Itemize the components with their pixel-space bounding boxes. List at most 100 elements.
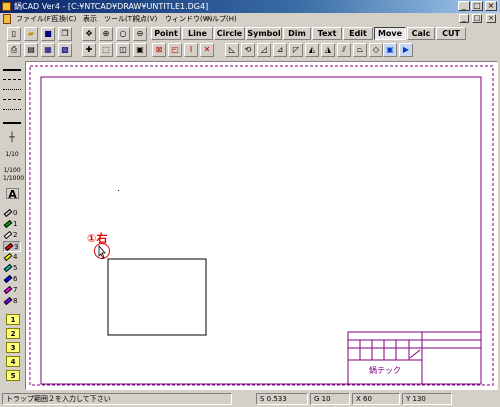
drawing-frame [40, 76, 482, 385]
zoom-window-icon[interactable]: ⬚ [99, 43, 113, 57]
pen-item-7[interactable]: 7 [3, 285, 21, 296]
status-bar: トラップ範囲２を入力して下さい S 0.533 G 10 X 60 Y 130 [0, 391, 500, 407]
status-y: Y 130 [402, 393, 452, 405]
line-chain-icon[interactable] [3, 95, 21, 100]
pen-item-1[interactable]: 1 [3, 219, 21, 230]
menu-compat[interactable]: 互換(C) [52, 13, 76, 25]
minimize-button[interactable]: _ [458, 1, 470, 11]
zoom-icon[interactable]: ○ [116, 27, 130, 41]
printer-setup-icon[interactable]: ▤ [24, 43, 38, 57]
doc-icon[interactable] [3, 14, 11, 24]
title-bar: 鍋CAD Ver4 - [C:¥NTCAD¥DRAW¥UNTITLE1.DG4]… [0, 0, 500, 13]
zoom-in-icon[interactable]: ⊕ [99, 27, 113, 41]
tab-symbol[interactable]: Symbol [246, 27, 282, 40]
shift-icon[interactable]: ◮ [321, 43, 335, 57]
layer-button-3[interactable]: 3 [6, 342, 20, 353]
pencil-icon [4, 242, 14, 252]
close-button[interactable]: × [485, 1, 497, 11]
layer-button-4[interactable]: 4 [6, 356, 20, 367]
pencil-icon [3, 252, 13, 262]
pan-icon[interactable]: ✚ [82, 43, 96, 57]
print-icon[interactable]: ⎙ [7, 43, 21, 57]
copy-move-icon[interactable]: ◸ [289, 43, 303, 57]
drawing-canvas[interactable]: ①右 鍋テック [25, 61, 498, 390]
drawing-svg[interactable]: ①右 鍋テック [26, 62, 497, 389]
pen-item-2[interactable]: 2 [3, 230, 21, 241]
mdi-restore-button[interactable]: □ [472, 14, 482, 23]
app-icon [2, 2, 11, 11]
rectangle-shape[interactable] [107, 258, 207, 336]
tab-text[interactable]: Text [312, 27, 342, 40]
scale-1-icon[interactable]: ┼ [3, 133, 21, 144]
window-title: 鍋CAD Ver4 - [C:¥NTCAD¥DRAW¥UNTITLE1.DG4] [14, 2, 209, 11]
menu-help[interactable]: ヘルプ(H) [205, 13, 237, 25]
grid-icon[interactable]: ▣ [133, 43, 147, 57]
line-dotted-icon[interactable] [3, 85, 21, 90]
stretch-icon[interactable]: ⫽ [337, 43, 351, 57]
mdi-close-button[interactable]: × [486, 14, 496, 23]
maximize-button[interactable]: □ [471, 1, 483, 11]
pencil-icon [3, 296, 13, 306]
pencil-icon [3, 274, 13, 284]
zoom-out-icon[interactable]: ⊖ [133, 27, 147, 41]
trap-off-icon[interactable]: ✕ [200, 43, 214, 57]
scale-10-icon[interactable]: 1/10 [3, 149, 21, 160]
layer-button-1[interactable]: 1 [6, 314, 20, 325]
pen-item-8[interactable]: 8 [3, 296, 21, 307]
save-icon[interactable]: ■ [41, 27, 55, 41]
text-tool-icon[interactable]: A [6, 188, 19, 200]
pen-change-icon[interactable]: ▶ [399, 43, 413, 57]
pen-item-0[interactable]: 0 [3, 208, 21, 219]
pen-item-5[interactable]: 5 [3, 263, 21, 274]
library-icon[interactable]: ▦ [41, 43, 55, 57]
trap-select-icon[interactable]: ⊠ [152, 43, 166, 57]
tab-dim[interactable]: Dim [283, 27, 311, 40]
trap-range-icon[interactable]: ◰ [168, 43, 182, 57]
pen-item-4[interactable]: 4 [3, 252, 21, 263]
tab-circle[interactable]: Circle [214, 27, 245, 40]
line-dashed-icon[interactable] [3, 75, 21, 80]
layer-button-5[interactable]: 5 [6, 370, 20, 381]
scale-icon[interactable]: ⊿ [273, 43, 287, 57]
line-solid-icon[interactable] [3, 65, 21, 71]
title-block: 鍋テック [347, 331, 482, 385]
pen-number: 4 [13, 253, 18, 261]
trap-text-icon[interactable]: I [184, 43, 198, 57]
menu-view[interactable]: 表示 [83, 13, 97, 25]
scale-1000-icon[interactable]: 1/1000 [3, 173, 24, 184]
line-thick-icon[interactable] [3, 118, 21, 124]
new-file-icon[interactable]: ▯ [7, 27, 21, 41]
tab-point[interactable]: Point [151, 27, 181, 40]
rotate-move-icon[interactable]: ⟲ [241, 43, 255, 57]
array-icon[interactable]: ◭ [305, 43, 319, 57]
parallel-move-icon[interactable]: ◺ [225, 43, 239, 57]
redraw-icon[interactable]: ◫ [116, 43, 130, 57]
menu-file[interactable]: ファイル(F) [16, 13, 54, 25]
mdi-minimize-button[interactable]: _ [459, 14, 469, 23]
pen-number: 1 [13, 220, 18, 228]
slant-icon[interactable]: ◇ [369, 43, 383, 57]
move-view-icon[interactable]: ✥ [82, 27, 96, 41]
tab-line[interactable]: Line [182, 27, 213, 40]
cad-window: 鍋CAD Ver4 - [C:¥NTCAD¥DRAW¥UNTITLE1.DG4]… [0, 0, 500, 407]
pen-item-3[interactable]: 3 [3, 241, 21, 252]
annotation-label: ①右 [87, 231, 107, 245]
layer-move-icon[interactable]: ▣ [383, 43, 397, 57]
layer-button-2[interactable]: 2 [6, 328, 20, 339]
pen-number: 3 [14, 243, 19, 251]
open-folder-icon[interactable]: ▰ [24, 27, 38, 41]
point-mark [118, 190, 119, 191]
reflect-icon[interactable]: ⏢ [353, 43, 367, 57]
line-double-chain-icon[interactable] [3, 105, 21, 110]
tab-move[interactable]: Move [374, 27, 406, 40]
mirror-icon[interactable]: ◿ [257, 43, 271, 57]
menu-viewpoint[interactable]: 視点(V) [133, 13, 157, 25]
menu-tool[interactable]: ツール(T) [104, 13, 135, 25]
pen-item-6[interactable]: 6 [3, 274, 21, 285]
tab-edit[interactable]: Edit [343, 27, 373, 40]
tab-cut[interactable]: CUT [436, 27, 466, 40]
copy-icon[interactable]: ❐ [58, 27, 72, 41]
pen-number: 2 [13, 231, 18, 239]
export-icon[interactable]: ▩ [58, 43, 72, 57]
tab-calc[interactable]: Calc [407, 27, 435, 40]
